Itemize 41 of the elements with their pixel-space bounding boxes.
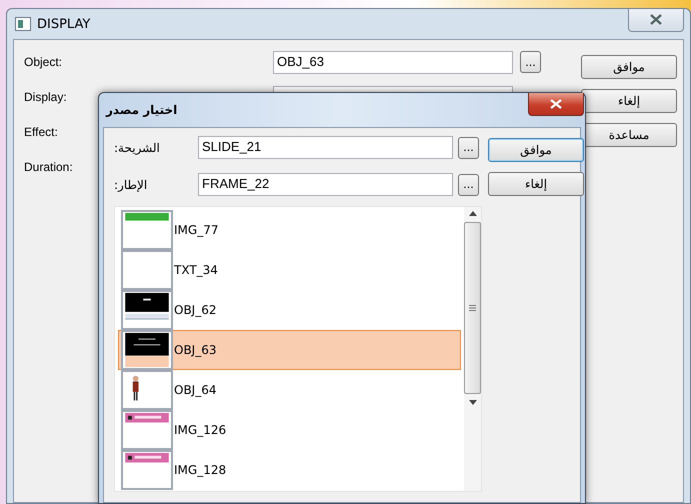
scroll-down-icon[interactable] xyxy=(468,400,476,405)
list-item[interactable]: TXT_34 xyxy=(118,250,461,290)
text-field[interactable]: OBJ_63 xyxy=(273,50,513,74)
window-title: DISPLAY xyxy=(37,16,90,32)
close-button[interactable] xyxy=(528,93,584,116)
thumbnail-image xyxy=(121,410,173,450)
close-icon xyxy=(650,14,662,25)
field-label: الشريحة: xyxy=(114,140,161,154)
field-label: Effect: xyxy=(24,125,59,139)
text-field[interactable]: FRAME_22 xyxy=(198,173,453,196)
thumbnail-image xyxy=(121,210,173,250)
browse-button[interactable]: ... xyxy=(520,51,541,73)
close-button[interactable] xyxy=(628,8,684,32)
scrollbar-thumb[interactable] xyxy=(464,222,481,394)
scrollbar[interactable] xyxy=(464,207,481,491)
browse-button[interactable]: ... xyxy=(458,136,479,158)
list-item[interactable]: OBJ_63 xyxy=(118,330,461,370)
dialog-title: اختيار مصدر xyxy=(104,103,178,117)
dialog-button[interactable]: إلغاء xyxy=(581,89,677,113)
list-item[interactable]: IMG_128 xyxy=(118,450,461,490)
grip-icon xyxy=(469,305,476,311)
window-icon xyxy=(15,17,31,31)
thumbnail-image xyxy=(121,250,173,290)
field-label: Object: xyxy=(24,55,64,69)
list-item[interactable]: IMG_126 xyxy=(118,410,461,450)
browse-button[interactable]: ... xyxy=(458,174,479,196)
thumbnail-image xyxy=(121,290,173,330)
list-item[interactable]: IMG_77 xyxy=(118,210,461,250)
field-label: Duration: xyxy=(24,160,74,174)
list-item[interactable]: OBJ_64 xyxy=(118,370,461,410)
close-icon xyxy=(550,99,562,109)
dialog-button[interactable]: إلغاء xyxy=(488,172,584,196)
list-item[interactable]: OBJ_62 xyxy=(118,290,461,330)
dialog-button[interactable]: موافق xyxy=(581,55,677,79)
thumbnail-image xyxy=(121,330,173,370)
field-label: Display: xyxy=(24,90,68,104)
field-label: الإطار: xyxy=(114,178,148,192)
dialog-button[interactable]: موافق xyxy=(488,138,584,162)
text-field[interactable]: SLIDE_21 xyxy=(198,136,453,159)
scroll-up-icon[interactable] xyxy=(468,211,476,216)
thumbnail-image xyxy=(121,370,173,410)
